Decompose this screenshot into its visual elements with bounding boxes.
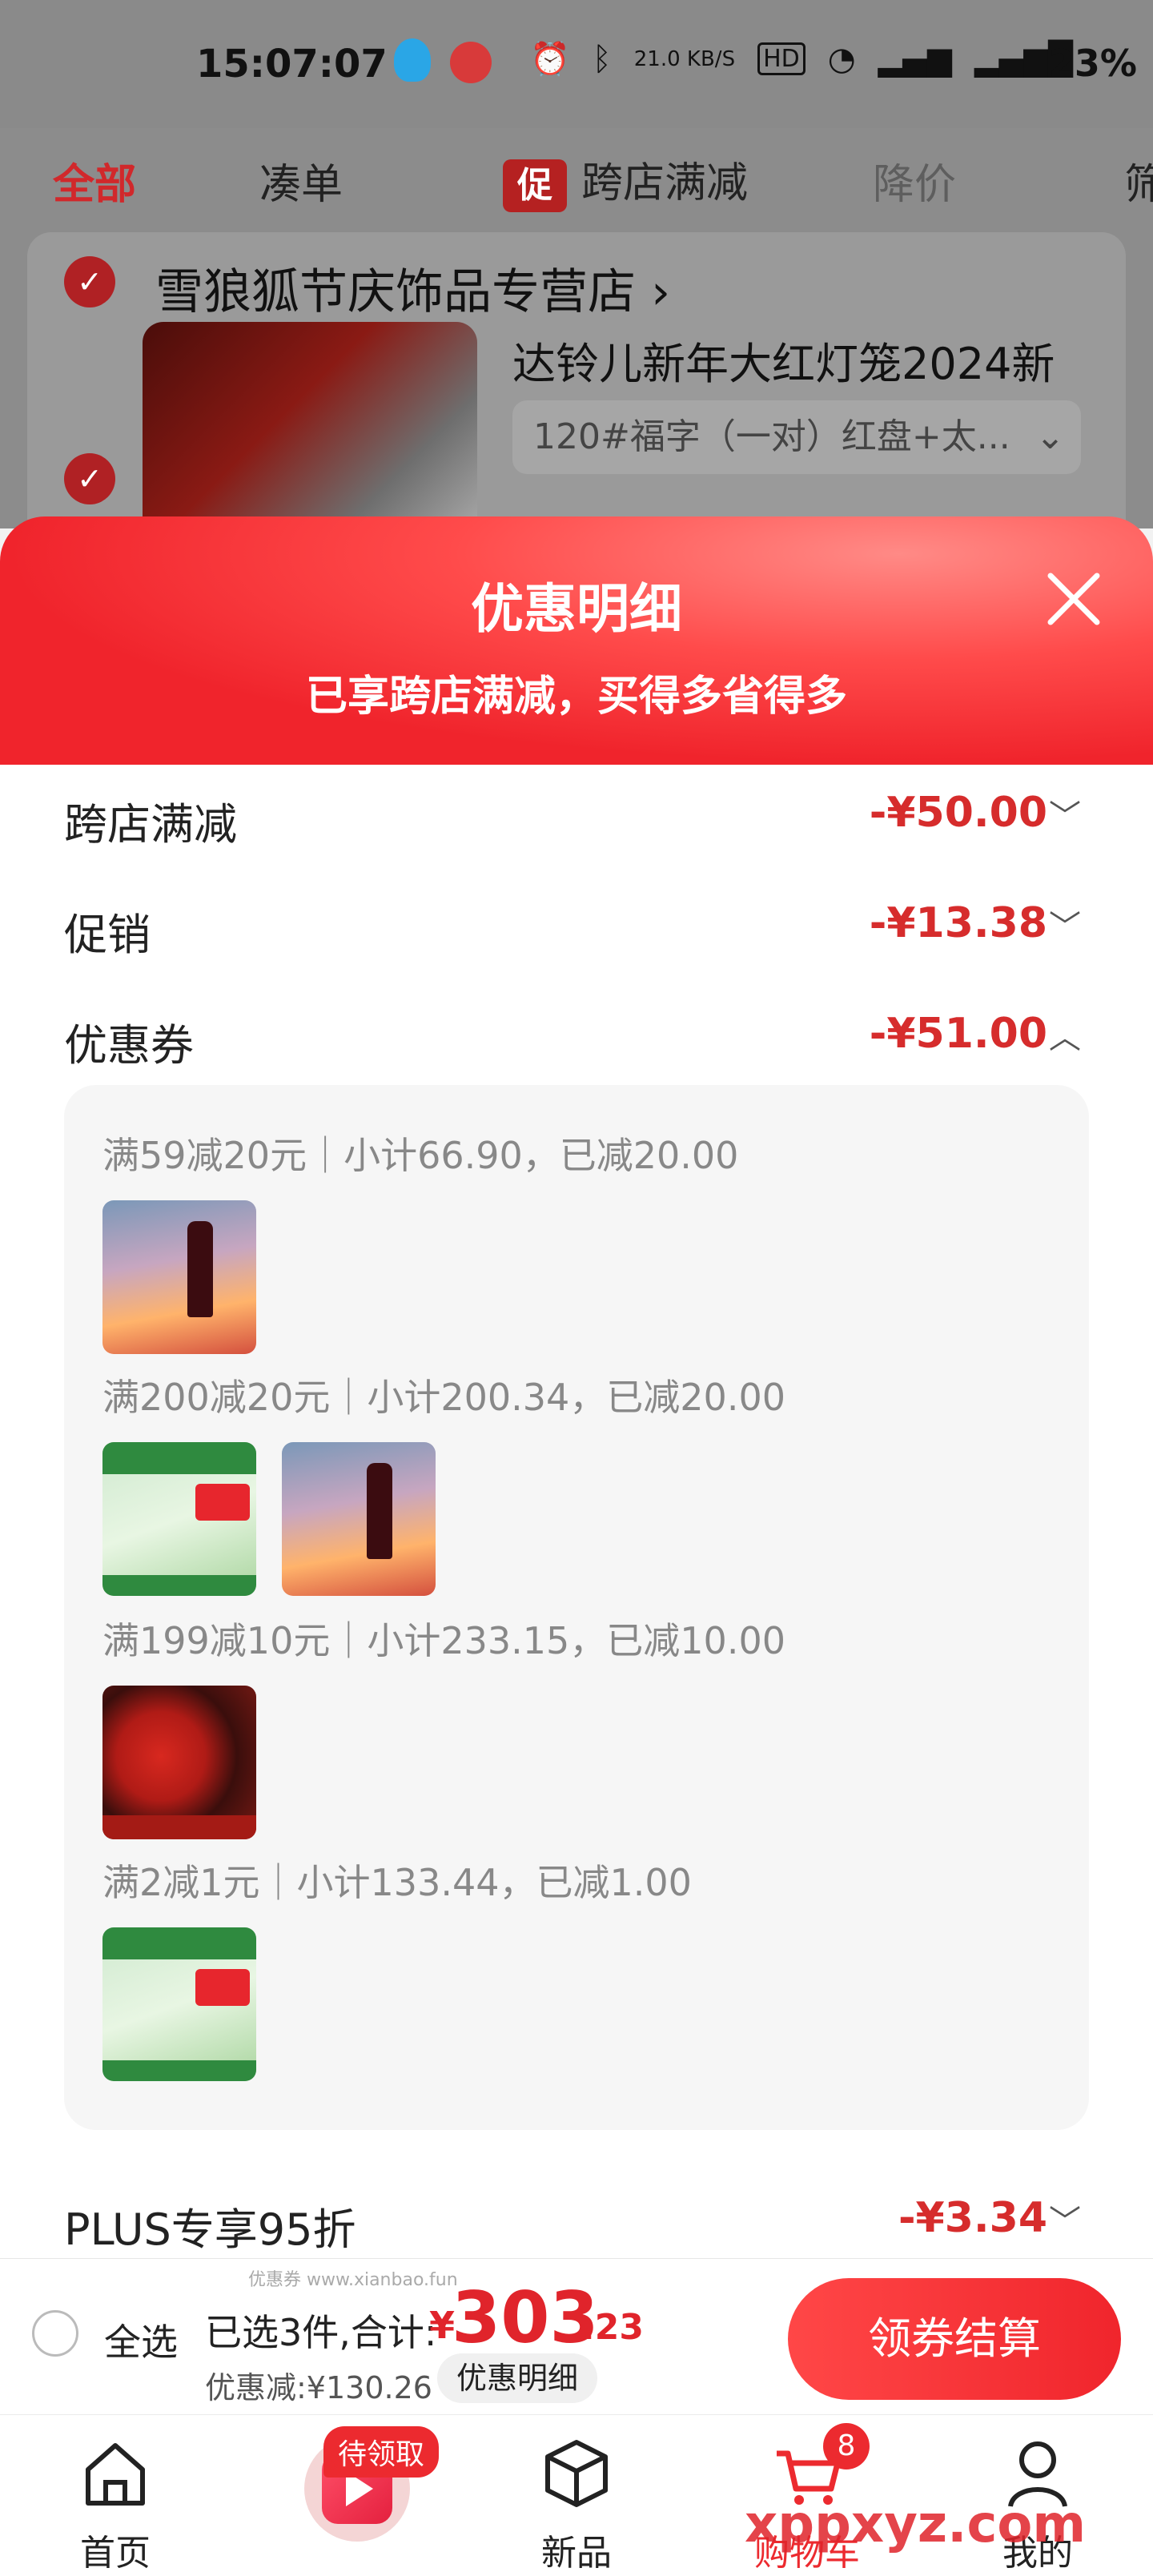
store-name[interactable]: 雪狼狐节庆饰品专营店 › bbox=[155, 253, 670, 323]
product-image[interactable] bbox=[143, 322, 477, 528]
nav-home[interactable]: 首页 bbox=[19, 2415, 211, 2576]
product-thumb-lotion[interactable] bbox=[102, 1927, 256, 2081]
select-all-label[interactable]: 全选 bbox=[104, 2313, 178, 2366]
sheet-title: 优惠明细 bbox=[471, 578, 682, 640]
chevron-down-icon: ﹀ bbox=[1049, 2204, 1081, 2240]
coupon-line: 满2减1元｜小计133.44，已减1.00 bbox=[102, 1861, 692, 1904]
row-plus-discount[interactable]: PLUS专享95折 -¥3.34 ﹀ bbox=[64, 2178, 1105, 2266]
status-bar: 15:07:07 ⏰ ᛒ 21.0 KB/S HD ◔ ▂▄▆ ▂▄▆█ 23% bbox=[0, 0, 1153, 128]
row-label: 跨店满减 bbox=[64, 799, 237, 850]
promo-badge: 促 bbox=[503, 159, 568, 212]
watermark-text: 优惠券 www.xianbao.fun bbox=[248, 2270, 458, 2290]
tab-cross-store-label: 跨店满减 bbox=[581, 159, 749, 207]
sheet-subtitle: 已享跨店满减，买得多省得多 bbox=[305, 673, 847, 721]
cart-count-badge: 8 bbox=[823, 2423, 870, 2470]
coupon-line: 满59减20元｜小计66.90，已减20.00 bbox=[102, 1134, 739, 1177]
total-price-decimal: .23 bbox=[581, 2307, 644, 2348]
product-checkbox[interactable]: ✓ bbox=[64, 453, 115, 504]
wifi-icon: ◔ bbox=[827, 40, 856, 78]
product-thumb-wine[interactable] bbox=[282, 1442, 436, 1596]
chevron-down-icon: ﹀ bbox=[1049, 909, 1081, 946]
discount-total: 优惠减:¥130.26 bbox=[205, 2370, 432, 2405]
row-amount: -¥3.34 bbox=[898, 2194, 1047, 2242]
coupon-line: 满199减10元｜小计233.15，已减10.00 bbox=[102, 1619, 785, 1662]
net-speed: 21.0 KB/S bbox=[633, 46, 736, 71]
discount-sheet-header: 优惠明细 已享跨店满减，买得多省得多 bbox=[0, 516, 1153, 765]
discount-detail-button[interactable]: 优惠明细 bbox=[437, 2353, 598, 2403]
home-icon bbox=[86, 2443, 145, 2506]
row-label: 优惠券 bbox=[64, 1020, 194, 1071]
row-amount: -¥51.00 bbox=[869, 1010, 1047, 1058]
bluetooth-icon: ᛒ bbox=[592, 40, 612, 78]
product-spec-selector[interactable]: 120#福字（一对）红盘+太... ⌄ bbox=[512, 400, 1081, 474]
row-amount: -¥13.38 bbox=[869, 899, 1047, 947]
status-time: 15:07:07 bbox=[196, 42, 388, 86]
store-checkbox[interactable]: ✓ bbox=[64, 256, 115, 307]
chevron-up-icon: ︿ bbox=[1049, 1019, 1081, 1056]
product-thumb-lantern[interactable] bbox=[102, 1686, 256, 1839]
row-amount: -¥50.00 bbox=[869, 789, 1047, 837]
total-price-integer: 303 bbox=[452, 2277, 599, 2359]
signal-4g-icon: ▂▄▆ bbox=[878, 40, 952, 78]
nav-new[interactable]: 新品 bbox=[480, 2415, 673, 2576]
product-thumb-lotion[interactable] bbox=[102, 1442, 256, 1596]
coupon-breakdown: 满59减20元｜小计66.90，已减20.00 满200减20元｜小计200.3… bbox=[64, 1085, 1089, 2130]
select-all-radio[interactable] bbox=[32, 2310, 78, 2357]
coupon-line: 满200减20元｜小计200.34，已减20.00 bbox=[102, 1376, 785, 1419]
store-card: ✓ 雪狼狐节庆饰品专营店 › ✓ 达铃儿新年大红灯笼2024新 120#福字（一… bbox=[27, 232, 1126, 528]
claim-badge: 待领取 bbox=[323, 2426, 440, 2478]
watermark-logo: xppxyz.com bbox=[745, 2495, 1087, 2554]
selected-count: 已选3件,合计: bbox=[205, 2311, 437, 2354]
checkout-button[interactable]: 领券结算 bbox=[788, 2278, 1121, 2400]
bottom-nav: 首页 待领取 新品 8 购物车 我的 xppxyz.com bbox=[0, 2414, 1153, 2576]
row-cross-store-discount[interactable]: 跨店满减 -¥50.00 ﹀ bbox=[64, 773, 1105, 861]
product-title[interactable]: 达铃儿新年大红灯笼2024新 bbox=[512, 328, 1055, 392]
tab-cross-store[interactable]: 促跨店满减 bbox=[503, 149, 748, 212]
battery-level: 23% bbox=[1048, 42, 1137, 85]
tab-filter[interactable]: 筛选 bbox=[1124, 151, 1153, 211]
hd-icon: HD bbox=[757, 42, 805, 75]
status-icons: ⏰ ᛒ 21.0 KB/S HD ◔ ▂▄▆ ▂▄▆█ bbox=[530, 40, 1073, 78]
row-promotion[interactable]: 促销 -¥13.38 ﹀ bbox=[64, 883, 1105, 971]
app-notification-icon bbox=[450, 42, 492, 83]
nav-label: 新品 bbox=[541, 2533, 612, 2574]
nav-video[interactable]: 待领取 bbox=[259, 2415, 452, 2576]
chevron-down-icon: ⌄ bbox=[1035, 416, 1065, 457]
tab-price-drop[interactable]: 降价 bbox=[873, 151, 956, 211]
cart-page-background: 全部 凑单 促跨店满减 降价 筛选 ✓ 雪狼狐节庆饰品专营店 › ✓ 达铃儿新年… bbox=[0, 128, 1153, 528]
cart-tabs: 全部 凑单 促跨店满减 降价 筛选 bbox=[0, 128, 1153, 232]
row-label: PLUS专享95折 bbox=[64, 2204, 356, 2255]
tab-bundle[interactable]: 凑单 bbox=[259, 151, 343, 211]
chevron-down-icon: ﹀ bbox=[1049, 798, 1081, 835]
row-label: 促销 bbox=[64, 910, 151, 960]
product-thumb-wine[interactable] bbox=[102, 1200, 256, 1354]
checkout-bar: 全选 优惠券 www.xianbao.fun 已选3件,合计: ¥ 303 .2… bbox=[0, 2258, 1153, 2415]
row-coupon[interactable]: 优惠券 -¥51.00 ︿ bbox=[64, 994, 1105, 1082]
qq-icon bbox=[394, 38, 431, 82]
alarm-icon: ⏰ bbox=[529, 41, 570, 78]
nav-label: 首页 bbox=[80, 2533, 151, 2574]
box-icon bbox=[545, 2440, 608, 2507]
close-icon[interactable] bbox=[1044, 569, 1103, 629]
tab-all[interactable]: 全部 bbox=[53, 151, 136, 211]
